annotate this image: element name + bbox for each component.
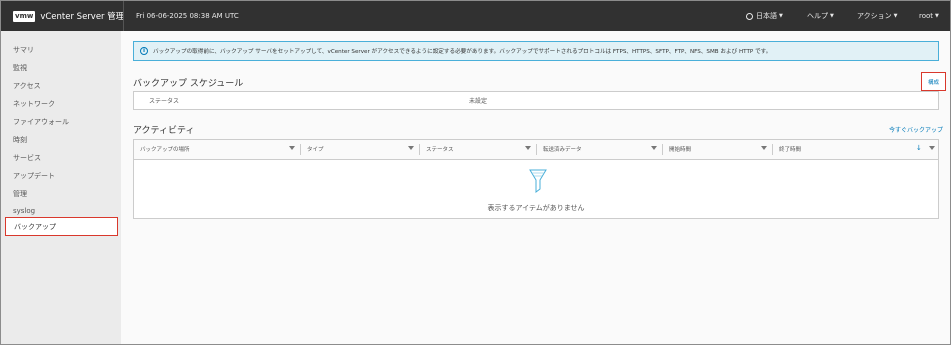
chevron-down-icon: ▼ bbox=[779, 13, 783, 19]
help-label: ヘルプ bbox=[807, 12, 828, 20]
help-menu[interactable]: ヘルプ ▼ bbox=[807, 1, 834, 31]
backup-now-link[interactable]: 今すぐバックアップ bbox=[889, 125, 943, 134]
column-status[interactable]: ステータス bbox=[420, 140, 537, 159]
grid-header: バックアップの場所 タイプ ステータス 転送済みデータ 開始時間 終了時間 ↓ bbox=[134, 140, 938, 160]
main-content: i バックアップの取得前に、バックアップ サーバをセットアップして、vCente… bbox=[121, 31, 950, 344]
info-alert: i バックアップの取得前に、バックアップ サーバをセットアップして、vCente… bbox=[133, 41, 939, 61]
column-transferred-data[interactable]: 転送済みデータ bbox=[537, 140, 663, 159]
column-backup-location[interactable]: バックアップの場所 bbox=[134, 140, 301, 159]
chevron-down-icon: ▼ bbox=[893, 13, 898, 19]
user-menu[interactable]: root ▼ bbox=[919, 1, 939, 31]
sidebar-item-time[interactable]: 時刻 bbox=[13, 135, 27, 145]
sidebar-item-syslog[interactable]: syslog bbox=[13, 207, 35, 215]
filter-icon[interactable] bbox=[761, 146, 767, 150]
column-type[interactable]: タイプ bbox=[301, 140, 420, 159]
globe-icon bbox=[746, 12, 753, 20]
sidebar-item-label: バックアップ bbox=[14, 223, 56, 231]
column-label: 終了時間 bbox=[779, 147, 802, 153]
column-label: 開始時間 bbox=[669, 147, 692, 153]
sidebar-item-backup[interactable]: バックアップ bbox=[5, 217, 118, 236]
column-label: バックアップの場所 bbox=[140, 147, 190, 153]
sidebar-item-monitor[interactable]: 監視 bbox=[13, 63, 27, 73]
info-icon: i bbox=[140, 47, 148, 55]
sidebar-item-administration[interactable]: 管理 bbox=[13, 189, 27, 199]
language-label: 日本語 bbox=[756, 12, 777, 20]
schedule-status-box: ステータス 未設定 bbox=[133, 91, 939, 110]
sort-descending-icon[interactable]: ↓ bbox=[916, 144, 922, 152]
top-header: vmw vCenter Server 管理 Fri 06-06-2025 08:… bbox=[1, 1, 950, 31]
filter-icon[interactable] bbox=[525, 146, 531, 150]
column-start-time[interactable]: 開始時間 bbox=[663, 140, 773, 159]
filter-icon[interactable] bbox=[929, 146, 935, 150]
empty-state-text: 表示するアイテムがありません bbox=[487, 204, 585, 212]
language-menu[interactable]: 日本語 ▼ bbox=[746, 1, 783, 31]
alert-text: バックアップの取得前に、バックアップ サーバをセットアップして、vCenter … bbox=[153, 49, 772, 55]
actions-menu[interactable]: アクション ▼ bbox=[857, 1, 898, 31]
configure-button[interactable]: 構成 bbox=[921, 72, 946, 91]
activity-grid: バックアップの場所 タイプ ステータス 転送済みデータ 開始時間 終了時間 ↓ … bbox=[133, 139, 939, 219]
user-label: root bbox=[919, 12, 934, 20]
sidebar-item-summary[interactable]: サマリ bbox=[13, 45, 34, 55]
column-end-time[interactable]: 終了時間 ↓ bbox=[773, 140, 938, 159]
sidebar-item-access[interactable]: アクセス bbox=[13, 81, 41, 91]
sidebar-item-networking[interactable]: ネットワーク bbox=[13, 99, 55, 109]
sidebar-item-services[interactable]: サービス bbox=[13, 153, 41, 163]
column-label: タイプ bbox=[307, 147, 324, 153]
empty-filter-icon bbox=[529, 169, 547, 193]
filter-icon[interactable] bbox=[651, 146, 657, 150]
sidebar-item-update[interactable]: アップデート bbox=[13, 171, 55, 181]
status-key: ステータス bbox=[149, 98, 180, 105]
header-datetime: Fri 06-06-2025 08:38 AM UTC bbox=[136, 12, 239, 20]
column-label: ステータス bbox=[426, 147, 454, 153]
chevron-down-icon: ▼ bbox=[830, 13, 834, 19]
chevron-down-icon: ▼ bbox=[935, 13, 939, 19]
sidebar: サマリ 監視 アクセス ネットワーク ファイアウォール 時刻 サービス アップデ… bbox=[1, 31, 121, 344]
brand[interactable]: vmw vCenter Server 管理 bbox=[1, 1, 125, 31]
actions-label: アクション bbox=[857, 12, 892, 20]
vmware-logo: vmw bbox=[13, 10, 36, 22]
status-value: 未設定 bbox=[469, 98, 488, 105]
filter-icon[interactable] bbox=[408, 146, 414, 150]
column-label: 転送済みデータ bbox=[543, 147, 582, 153]
sidebar-item-firewall[interactable]: ファイアウォール bbox=[13, 117, 69, 127]
app-title: vCenter Server 管理 bbox=[40, 12, 125, 22]
header-divider bbox=[123, 1, 124, 31]
activity-title: アクティビティ bbox=[133, 126, 195, 136]
backup-schedule-title: バックアップ スケジュール bbox=[133, 79, 244, 89]
filter-icon[interactable] bbox=[289, 146, 295, 150]
configure-label: 構成 bbox=[928, 80, 940, 86]
app-window: vmw vCenter Server 管理 Fri 06-06-2025 08:… bbox=[0, 0, 951, 345]
